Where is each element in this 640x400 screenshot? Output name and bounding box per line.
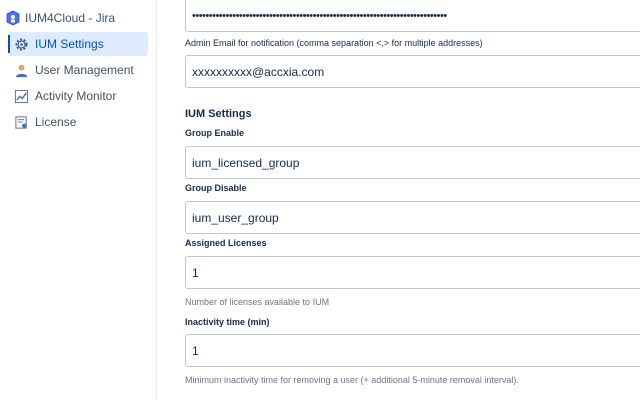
group-enable-field[interactable]: ium_licensed_group — [185, 146, 640, 179]
certificate-icon — [13, 114, 29, 130]
sidebar-item-label: License — [35, 115, 77, 129]
sidebar-item-label: Activity Monitor — [35, 89, 117, 103]
settings-form: ••••••••••••••••••••••••••••••••••••••••… — [185, 0, 640, 400]
assigned-licenses-hint: Number of licenses available to IUM — [185, 297, 330, 307]
inactivity-time-hint: Minimum inactivity time for removing a u… — [185, 375, 519, 385]
assigned-licenses-field[interactable]: 1 — [185, 256, 640, 289]
sidebar-item-ium-settings[interactable]: IUM Settings — [8, 32, 148, 56]
admin-email-field[interactable]: xxxxxxxxxx@accxia.com — [185, 55, 640, 88]
user-icon — [13, 62, 29, 78]
group-disable-label: Group Disable — [185, 183, 247, 193]
sidebar-item-activity-monitor[interactable]: Activity Monitor — [8, 84, 148, 108]
chart-icon — [13, 88, 29, 104]
app-title[interactable]: IUM4Cloud - Jira — [6, 9, 115, 27]
sidebar-item-label: User Management — [35, 63, 134, 77]
section-title: IUM Settings — [185, 108, 252, 120]
app-title-text: IUM4Cloud - Jira — [25, 11, 116, 25]
admin-email-label: Admin Email for notification (comma sepa… — [185, 38, 483, 48]
app-logo-icon — [6, 10, 20, 26]
sidebar-item-user-management[interactable]: User Management — [8, 58, 148, 82]
sidebar-item-label: IUM Settings — [35, 37, 104, 51]
assigned-licenses-label: Assigned Licenses — [185, 238, 267, 248]
password-field[interactable]: ••••••••••••••••••••••••••••••••••••••••… — [185, 0, 640, 32]
group-disable-field[interactable]: ium_user_group — [185, 201, 640, 234]
sidebar: IUM4Cloud - Jira IUM Settings User Manag… — [0, 0, 157, 400]
sidebar-item-license[interactable]: License — [8, 110, 148, 134]
inactivity-time-label: Inactivity time (min) — [185, 317, 270, 327]
inactivity-time-field[interactable]: 1 — [185, 334, 640, 367]
gear-icon — [13, 36, 29, 52]
group-enable-label: Group Enable — [185, 128, 245, 138]
